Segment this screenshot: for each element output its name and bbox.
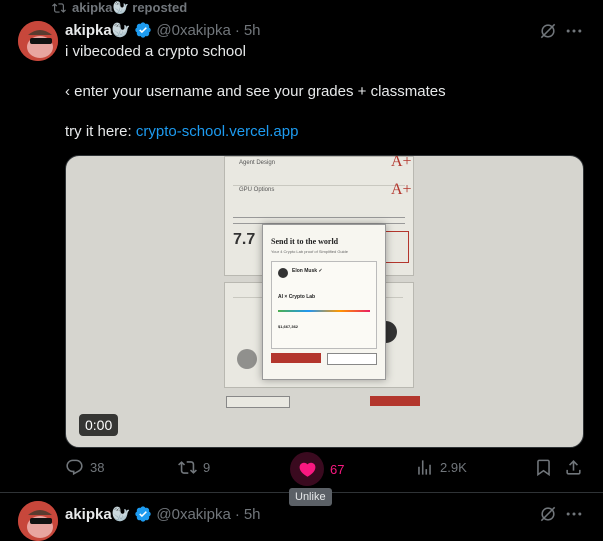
more-options-icon[interactable] — [564, 21, 584, 41]
share-modal: Send it to the world Your 4 Crypto Lab p… — [262, 224, 386, 380]
profile-name: Elon Musk ✓ — [292, 268, 323, 274]
grade-2: A+ — [391, 181, 412, 198]
tweet-time-2[interactable]: 5h — [244, 506, 261, 523]
grok-icon[interactable] — [538, 21, 558, 41]
course-title-1: Agent Design — [239, 160, 276, 166]
repost-label[interactable]: akipka🦭 reposted — [72, 0, 187, 16]
tweet-text-line-2: ‹ enter your username and see your grade… — [65, 83, 446, 100]
verified-badge-icon — [135, 22, 152, 38]
like-hover-circle — [290, 452, 324, 486]
repost-header: akipka🦭 reposted — [52, 0, 187, 16]
repost-count: 9 — [203, 460, 211, 475]
author-name-2[interactable]: akipka🦭 — [65, 505, 130, 523]
like-button[interactable]: 67 — [290, 452, 344, 486]
verified-badge-icon-2 — [135, 506, 152, 522]
tweet-link[interactable]: crypto-school.vercel.app — [136, 123, 299, 140]
views-count: 2.9K — [440, 460, 467, 475]
views-button[interactable]: 2.9K — [415, 458, 467, 477]
avatar-image — [18, 21, 58, 61]
lab-title: AI × Crypto Lab — [278, 294, 316, 300]
reply-count: 38 — [90, 460, 105, 475]
share-x-button[interactable] — [271, 353, 321, 363]
heart-filled-icon — [299, 462, 315, 477]
author-name[interactable]: akipka🦭 — [65, 21, 130, 39]
tweet-header: akipka🦭 @0xakipka · 5h — [65, 20, 261, 40]
more-options-icon-2[interactable] — [564, 504, 584, 524]
avatar-image-2 — [18, 501, 58, 541]
separator-dot-2: · — [234, 505, 240, 523]
copy-image-button[interactable] — [327, 353, 377, 365]
unlike-tooltip: Unlike — [289, 488, 332, 506]
reply-icon — [66, 459, 83, 476]
tweet-header-2: akipka🦭 @0xakipka · 5h — [65, 504, 261, 524]
stat-label: $1,667,362 — [278, 324, 299, 329]
bookmark-icon[interactable] — [534, 458, 553, 477]
modal-title: Send it to the world — [271, 237, 339, 246]
video-timestamp: 0:00 — [79, 414, 119, 436]
repost-action-icon — [178, 461, 197, 474]
reply-button[interactable]: 38 — [65, 458, 104, 477]
repost-icon — [52, 3, 66, 13]
score-value: 7.7 — [233, 231, 256, 248]
avatar-2[interactable] — [18, 501, 58, 541]
separator-dot: · — [234, 21, 240, 39]
grok-icon-2[interactable] — [538, 504, 558, 524]
course-title-2: GPU Options — [239, 187, 275, 193]
views-chart-icon — [418, 460, 431, 475]
like-count: 67 — [330, 461, 345, 477]
author-handle[interactable]: @0xakipka — [156, 22, 230, 39]
video-player[interactable]: Agent Design A+ GPU Options A+ 7.7 Send … — [65, 155, 584, 448]
tweet-text-line-3: try it here: crypto-school.vercel.app — [65, 122, 298, 142]
grade-1: A+ — [391, 155, 412, 170]
share-icon[interactable] — [564, 458, 583, 477]
author-handle-2[interactable]: @0xakipka — [156, 506, 230, 523]
repost-button[interactable]: 9 — [178, 458, 210, 477]
avatar[interactable] — [18, 21, 58, 61]
tweet-actions: 38 9 67 2.9K — [65, 452, 585, 486]
modal-subtitle: Your 4 Crypto Lab proof of Simplified Gu… — [271, 249, 349, 254]
tweet-time[interactable]: 5h — [244, 22, 261, 39]
try-prefix: try it here: — [65, 123, 132, 140]
tweet-text-line-1: i vibecoded a crypto school — [65, 43, 246, 60]
